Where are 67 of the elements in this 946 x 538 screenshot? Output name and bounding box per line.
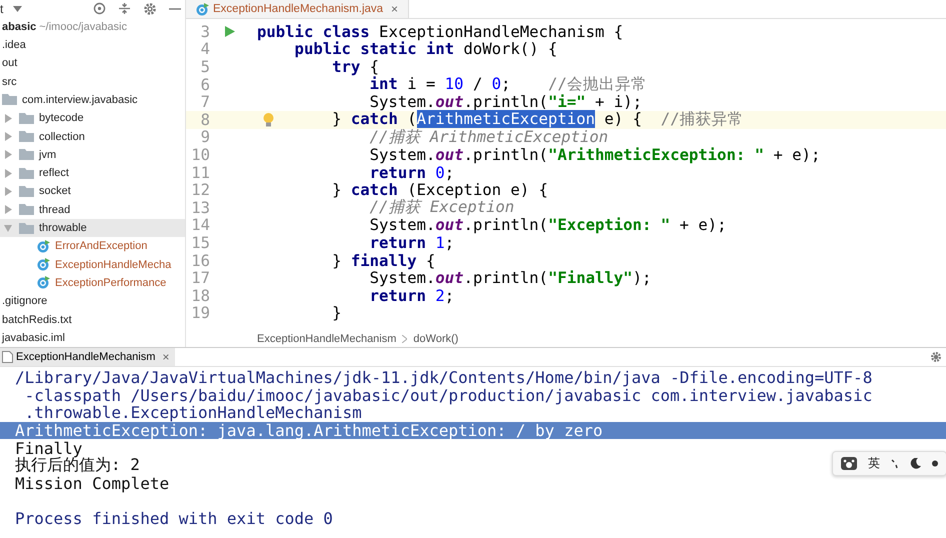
line-number: 7: [200, 93, 210, 112]
editor-tab[interactable]: ExceptionHandleMechanism.java ×: [186, 0, 410, 18]
code-line: return 1;: [368, 234, 454, 252]
code-line: System.out.println("ArithmeticException: " + e);: [368, 146, 820, 164]
line-number: 19: [190, 304, 210, 322]
line-number: 12: [190, 181, 210, 200]
code-line: } finally {: [331, 252, 436, 270]
console-line: Finally: [15, 438, 82, 458]
code-line: System.out.println("Finally");: [370, 269, 652, 288]
code-line: int i = 10 / 0; //会抛出异常: [368, 74, 647, 94]
tree-item[interactable]: .gitignore: [0, 292, 185, 310]
console-line: /Library/Java/JavaVirtualMachines/jdk-11.jdk/Contents/Home/bin/java -Dfile.encoding=UTF-8: [15, 368, 872, 388]
tree-item[interactable]: com.interview.javabasic: [0, 90, 185, 110]
tree-item[interactable]: throwable: [0, 218, 185, 238]
code-line: }: [331, 304, 342, 322]
tree-item[interactable]: abasic ~/imooc/javabasic: [0, 18, 185, 36]
code-line: return 2;: [368, 286, 454, 305]
breadcrumb-item[interactable]: doWork(): [413, 333, 458, 345]
line-number: 14: [190, 216, 210, 234]
line-number: 13: [190, 198, 210, 217]
console-line: .throwable.ExceptionHandleMechanism: [24, 403, 362, 422]
tree-item[interactable]: socket: [0, 182, 185, 201]
code-line: public static int doWork() {: [294, 40, 558, 58]
code-line: //捕获 Exception: [368, 198, 514, 218]
console-line: ArithmeticException: java.lang.ArithmeticException: / by zero: [15, 421, 603, 440]
line-number: 10: [190, 146, 210, 164]
line-number: 11: [190, 164, 210, 182]
tree-item[interactable]: src: [0, 72, 185, 91]
line-number: 18: [190, 286, 210, 305]
tree-item[interactable]: reflect: [0, 164, 185, 182]
tree-item[interactable]: ErrorAndException: [0, 237, 185, 256]
line-number: 6: [200, 76, 210, 94]
tree-item[interactable]: jvm: [0, 146, 185, 164]
line-number: 8: [200, 110, 210, 129]
line-number: 9: [200, 128, 210, 146]
line-number: 17: [190, 269, 210, 288]
language-toggle[interactable]: 英: [868, 455, 880, 472]
code-line: System.out.println("i=" + i);: [368, 93, 642, 112]
code-line: } catch (ArithmeticException e) { //捕获异常: [331, 110, 744, 129]
tree-item[interactable]: collection: [0, 127, 185, 146]
code-line: } catch (Exception e) {: [331, 181, 548, 200]
tree-item[interactable]: ExceptionPerformance: [0, 274, 185, 292]
line-number: 5: [200, 58, 210, 76]
line-number: 15: [190, 234, 210, 252]
console-line: Mission Complete: [15, 474, 170, 493]
tree-item[interactable]: out: [0, 54, 185, 73]
tree-item[interactable]: ExceptionHandleMecha: [0, 256, 185, 274]
console-line: Process finished with exit code 0: [15, 509, 333, 528]
close-button[interactable]: ×: [162, 350, 170, 364]
tree-item[interactable]: batchRedis.txt: [0, 310, 185, 329]
code-line: try {: [331, 58, 380, 76]
line-number: 4: [200, 40, 210, 58]
line-number: 3: [200, 22, 210, 41]
tree-item[interactable]: thread: [0, 200, 185, 219]
breadcrumb-item[interactable]: ExceptionHandleMechanism: [257, 333, 396, 345]
console-line: -classpath /Users/baidu/imooc/javabasic/out/production/javabasic com.interview.javabasic: [24, 386, 872, 405]
panel-title[interactable]: t: [0, 2, 4, 16]
code-line: System.out.println("Exception: " + e);: [368, 216, 726, 234]
tree-item[interactable]: javabasic.iml: [0, 328, 185, 347]
code-line: return 0;: [368, 164, 454, 182]
tree-item[interactable]: .idea: [0, 36, 185, 54]
code-line: //捕获 ArithmeticException: [368, 128, 608, 147]
console-tab[interactable]: ExceptionHandleMechanism ×: [0, 348, 176, 366]
line-number: 16: [190, 252, 210, 270]
code-line: public class ExceptionHandleMechanism {: [257, 22, 624, 41]
tree-item[interactable]: bytecode: [0, 109, 185, 128]
close-button[interactable]: ×: [391, 2, 398, 16]
